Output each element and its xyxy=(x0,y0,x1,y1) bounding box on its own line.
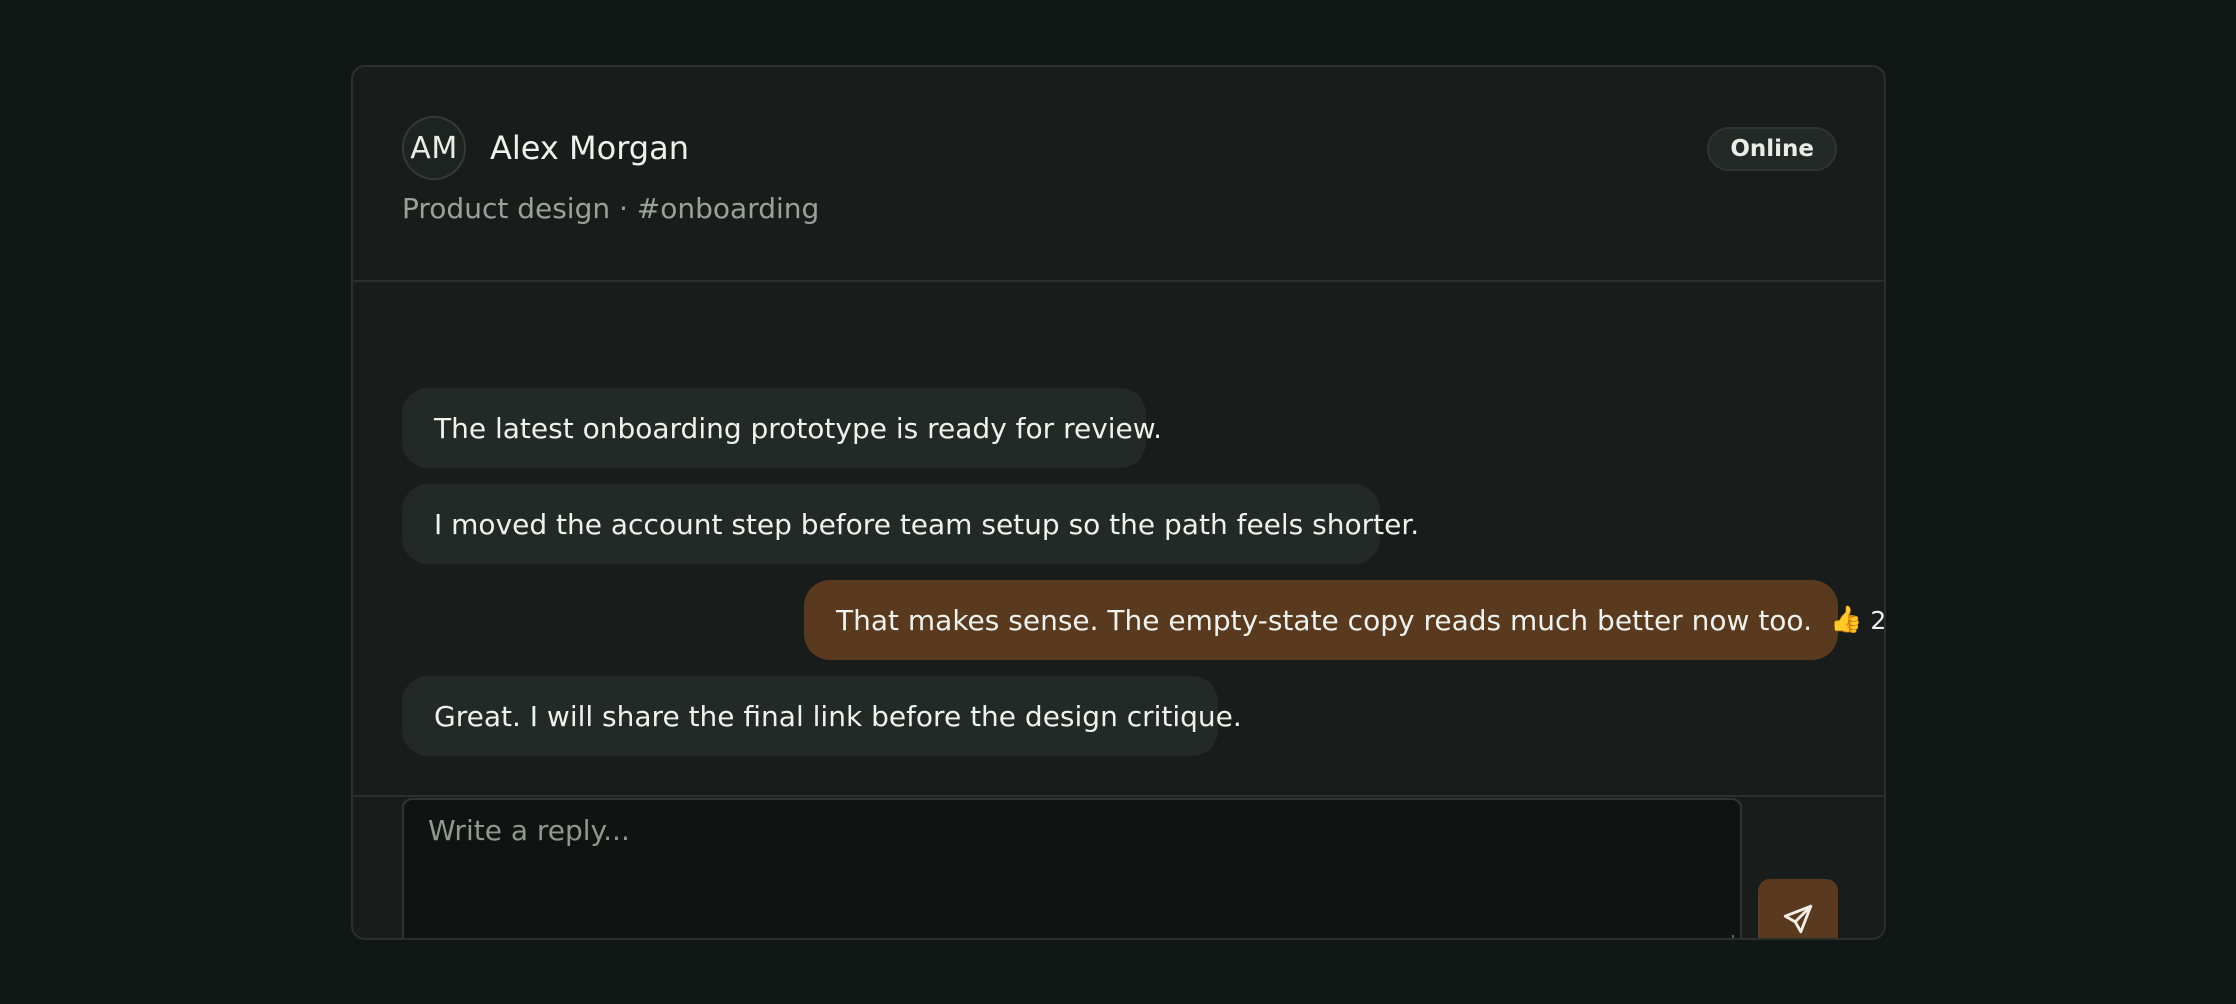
status-badge: Online xyxy=(1707,127,1837,171)
resize-handle[interactable] xyxy=(1720,935,1734,938)
paper-plane-icon xyxy=(1783,904,1813,934)
message-text: I moved the account step before team set… xyxy=(434,507,1420,541)
chat-panel: AM Alex Morgan Product design · #onboard… xyxy=(351,65,1886,940)
message-bubble[interactable]: The latest onboarding prototype is ready… xyxy=(402,388,1162,468)
message-bubble[interactable]: Great. I will share the final link befor… xyxy=(402,676,1242,756)
send-button[interactable] xyxy=(1758,879,1838,938)
message-bubble-own[interactable]: That makes sense. The empty-state copy r… xyxy=(804,580,1884,660)
message-text: That makes sense. The empty-state copy r… xyxy=(836,603,1812,637)
reply-textarea[interactable]: Write a reply... xyxy=(402,798,1742,938)
reaction-badge[interactable]: 👍 2 xyxy=(1829,605,1886,635)
contact-name: Alex Morgan xyxy=(490,129,689,167)
thumbs-up-icon: 👍 xyxy=(1829,605,1863,635)
composer: Write a reply... xyxy=(353,795,1884,938)
message-list: The latest onboarding prototype is ready… xyxy=(353,284,1884,796)
avatar[interactable]: AM xyxy=(402,116,466,180)
message-text: The latest onboarding prototype is ready… xyxy=(434,411,1162,445)
reply-placeholder: Write a reply... xyxy=(428,814,630,847)
chat-header: AM Alex Morgan Product design · #onboard… xyxy=(353,67,1884,282)
message-bubble[interactable]: I moved the account step before team set… xyxy=(402,484,1419,564)
contact-subtitle: Product design · #onboarding xyxy=(402,192,820,225)
reaction-count: 2 xyxy=(1870,605,1886,635)
message-text: Great. I will share the final link befor… xyxy=(434,699,1242,733)
